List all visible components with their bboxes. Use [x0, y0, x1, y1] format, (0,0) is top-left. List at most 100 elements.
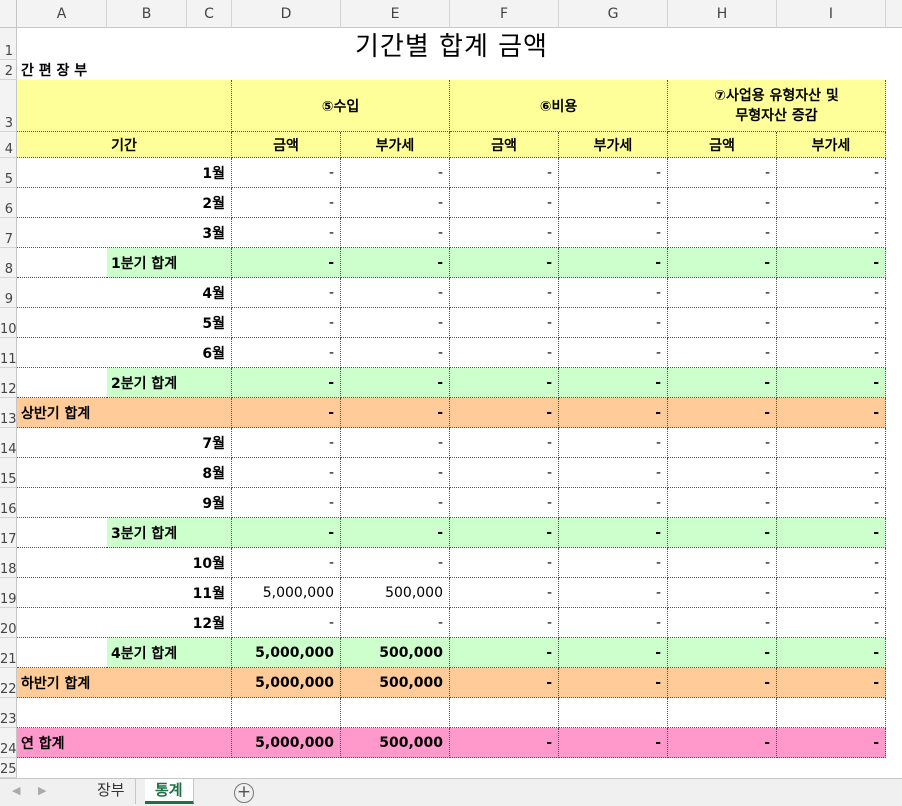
amount-cell[interactable]: - — [232, 548, 341, 578]
vat-cell[interactable]: - — [777, 338, 886, 368]
row-header[interactable]: 15 — [0, 458, 17, 488]
header-expense[interactable]: ⑥비용 — [450, 80, 668, 132]
add-sheet-icon[interactable]: + — [234, 783, 254, 803]
vat-cell[interactable]: - — [559, 488, 668, 518]
vat-cell[interactable]: - — [777, 188, 886, 218]
row-header[interactable]: 14 — [0, 428, 17, 458]
period-cell-blank[interactable] — [17, 368, 107, 398]
row-header[interactable]: 1 — [0, 28, 17, 60]
vat-cell[interactable]: - — [777, 278, 886, 308]
vat-cell[interactable]: 500,000 — [341, 728, 450, 758]
amount-cell[interactable]: - — [668, 638, 777, 668]
period-label[interactable]: 연 합계 — [17, 728, 232, 758]
amount-cell[interactable]: - — [232, 458, 341, 488]
header-vat[interactable]: 부가세 — [341, 132, 450, 158]
row-header[interactable]: 21 — [0, 638, 17, 668]
amount-cell[interactable]: - — [450, 218, 559, 248]
amount-cell[interactable]: - — [450, 338, 559, 368]
amount-cell[interactable]: 5,000,000 — [232, 728, 341, 758]
period-label[interactable]: 1분기 합계 — [107, 248, 232, 278]
row-header[interactable]: 20 — [0, 608, 17, 638]
amount-cell[interactable]: - — [450, 188, 559, 218]
amount-cell[interactable]: - — [668, 398, 777, 428]
period-label[interactable]: 2분기 합계 — [107, 368, 232, 398]
vat-cell[interactable]: - — [559, 278, 668, 308]
period-label[interactable]: 9월 — [17, 488, 232, 518]
amount-cell[interactable]: - — [232, 278, 341, 308]
row-header[interactable]: 22 — [0, 668, 17, 698]
amount-cell[interactable]: - — [450, 548, 559, 578]
header-vat[interactable]: 부가세 — [559, 132, 668, 158]
vat-cell[interactable]: - — [341, 428, 450, 458]
row-header[interactable]: 25 — [0, 758, 17, 778]
vat-cell[interactable]: - — [341, 278, 450, 308]
row-header[interactable]: 19 — [0, 578, 17, 608]
period-label[interactable]: 6월 — [17, 338, 232, 368]
vat-cell[interactable]: - — [777, 608, 886, 638]
vat-cell[interactable]: - — [559, 728, 668, 758]
row-header[interactable]: 24 — [0, 728, 17, 758]
amount-cell[interactable]: - — [450, 308, 559, 338]
amount-cell[interactable]: - — [232, 248, 341, 278]
vat-cell[interactable]: - — [559, 578, 668, 608]
vat-cell[interactable]: - — [559, 608, 668, 638]
amount-cell[interactable]: - — [450, 638, 559, 668]
column-header-f[interactable]: F — [450, 0, 559, 28]
vat-cell[interactable] — [777, 698, 886, 728]
vat-cell[interactable]: - — [559, 518, 668, 548]
row-header[interactable]: 23 — [0, 698, 17, 728]
amount-cell[interactable]: - — [232, 368, 341, 398]
amount-cell[interactable]: - — [450, 668, 559, 698]
amount-cell[interactable]: - — [450, 578, 559, 608]
period-cell-blank[interactable] — [17, 638, 107, 668]
period-label[interactable]: 8월 — [17, 458, 232, 488]
amount-cell[interactable]: - — [450, 248, 559, 278]
period-label[interactable]: 상반기 합계 — [17, 398, 232, 428]
row-header[interactable]: 10 — [0, 308, 17, 338]
vat-cell[interactable]: - — [341, 458, 450, 488]
vat-cell[interactable]: - — [777, 578, 886, 608]
amount-cell[interactable]: - — [668, 518, 777, 548]
column-header-b[interactable]: B — [107, 0, 187, 28]
header-amount[interactable]: 금액 — [450, 132, 559, 158]
amount-cell[interactable]: - — [450, 518, 559, 548]
vat-cell[interactable]: - — [559, 428, 668, 458]
vat-cell[interactable]: - — [777, 518, 886, 548]
vat-cell[interactable]: - — [777, 158, 886, 188]
row-header[interactable]: 2 — [0, 60, 17, 80]
vat-cell[interactable]: - — [559, 638, 668, 668]
amount-cell[interactable]: - — [668, 668, 777, 698]
row-header[interactable]: 4 — [0, 132, 17, 158]
row-header[interactable]: 17 — [0, 518, 17, 548]
vat-cell[interactable]: - — [559, 548, 668, 578]
vat-cell[interactable]: - — [777, 548, 886, 578]
vat-cell[interactable]: - — [777, 668, 886, 698]
amount-cell[interactable]: - — [232, 428, 341, 458]
period-label[interactable]: 10월 — [17, 548, 232, 578]
amount-cell[interactable]: - — [668, 488, 777, 518]
column-header-a[interactable]: A — [17, 0, 107, 28]
amount-cell[interactable]: - — [450, 368, 559, 398]
amount-cell[interactable]: - — [450, 488, 559, 518]
amount-cell[interactable]: - — [668, 158, 777, 188]
column-header-d[interactable]: D — [232, 0, 341, 28]
amount-cell[interactable]: - — [232, 188, 341, 218]
vat-cell[interactable]: - — [559, 188, 668, 218]
amount-cell[interactable]: - — [232, 488, 341, 518]
period-cell-blank[interactable] — [17, 698, 232, 728]
amount-cell[interactable]: - — [232, 158, 341, 188]
vat-cell[interactable]: - — [341, 188, 450, 218]
amount-cell[interactable]: - — [450, 608, 559, 638]
row-header[interactable]: 18 — [0, 548, 17, 578]
vat-cell[interactable]: - — [777, 368, 886, 398]
amount-cell[interactable]: - — [668, 578, 777, 608]
header-vat[interactable]: 부가세 — [777, 132, 886, 158]
amount-cell[interactable]: - — [450, 728, 559, 758]
amount-cell[interactable]: - — [668, 428, 777, 458]
vat-cell[interactable]: 500,000 — [341, 668, 450, 698]
header-period[interactable]: 기간 — [17, 132, 232, 158]
period-label[interactable]: 3월 — [17, 218, 232, 248]
vat-cell[interactable]: - — [559, 458, 668, 488]
vat-cell[interactable]: - — [559, 368, 668, 398]
amount-cell[interactable]: - — [232, 518, 341, 548]
